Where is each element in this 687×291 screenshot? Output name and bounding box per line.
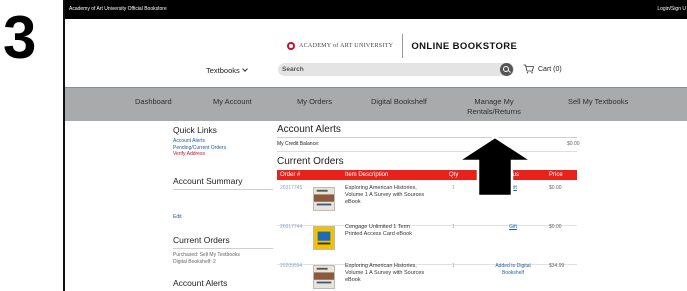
item-status[interactable]: Gift (487, 224, 539, 231)
top-bar: Academy of Art University Official Books… (65, 0, 687, 19)
chevron-down-icon (241, 66, 248, 72)
item-qty: 1 (452, 224, 455, 230)
login-link[interactable]: Login/Sign U (657, 6, 686, 12)
edit-link[interactable]: Edit (173, 214, 182, 220)
sidebar-account-alerts-title: Account Alerts (173, 278, 228, 288)
book-cover-image (313, 187, 335, 211)
textbooks-label: Textbooks (206, 66, 240, 75)
nav-dashboard[interactable]: Dashboard (135, 97, 172, 107)
cart-link[interactable]: Cart (0) (523, 64, 562, 74)
quick-links: Account Alerts Pending/Current Orders Ve… (173, 138, 273, 158)
sidebar-current-orders-title: Current Orders (173, 235, 273, 249)
table-row: 20317744 Cengage Unlimited 1 Term Printe… (277, 221, 577, 265)
search-input[interactable]: Search (282, 66, 304, 73)
item-qty: 1 (452, 263, 455, 269)
university-name: ACADEMY of ART UNIVERSITY (299, 43, 394, 49)
order-number[interactable]: 20317745 (280, 185, 302, 191)
arrow-up-icon (456, 135, 534, 198)
store-title: ONLINE BOOKSTORE (411, 40, 518, 52)
order-number[interactable]: 20317744 (280, 224, 302, 230)
site-logo[interactable]: ACADEMY of ART UNIVERSITY ONLINE BOOKSTO… (287, 34, 517, 58)
column-description: Item Description (345, 172, 389, 178)
item-price: $0.00 (549, 224, 562, 230)
credit-balance-value: $0.00 (567, 141, 580, 147)
nav-digital-bookshelf[interactable]: Digital Bookshelf (371, 97, 427, 107)
purchased-line: Purchased: Sell My Textbooks (173, 252, 240, 258)
cart-label: Cart (0) (538, 65, 562, 73)
table-row: 20209594 Exploring American Histories, V… (277, 260, 577, 291)
account-summary-title: Account Summary (173, 176, 273, 190)
quick-links-title: Quick Links (173, 125, 217, 135)
item-description: Exploring American Histories, Volume 1 A… (345, 263, 425, 283)
sidebar: Quick Links Account Alerts Pending/Curre… (173, 125, 273, 158)
digital-line: Digital Bookshelf: 2 (173, 259, 216, 265)
order-number[interactable]: 20209594 (280, 263, 302, 269)
column-price: Price (549, 172, 563, 178)
item-price: $0.00 (549, 185, 562, 191)
item-description: Cengage Unlimited 1 Term Printed Access … (345, 224, 412, 237)
cart-icon (523, 64, 534, 74)
book-cover-image (313, 265, 335, 289)
item-price: $34.99 (549, 263, 565, 269)
logo-divider (402, 34, 404, 58)
nav-my-account[interactable]: My Account (213, 97, 252, 107)
browser-viewport: Academy of Art University Official Books… (63, 0, 687, 291)
nav-manage-rentals-returns[interactable]: Manage My Rentals/Returns (467, 97, 521, 117)
current-orders-title: Current Orders (277, 156, 344, 167)
nav-my-orders[interactable]: My Orders (297, 97, 332, 107)
item-status[interactable]: Added to Digital Bookshelf (487, 263, 539, 276)
step-number: 3 (3, 4, 36, 71)
item-description: Exploring American Histories, Volume 1 A… (345, 185, 425, 205)
search-bar[interactable]: Search (278, 63, 514, 76)
column-order: Order # (280, 172, 301, 178)
main-nav: Dashboard My Account My Orders Digital B… (65, 87, 687, 121)
book-cover-image (313, 226, 335, 250)
nav-sell-textbooks[interactable]: Sell My Textbooks (568, 97, 628, 107)
store-name: Academy of Art University Official Books… (69, 6, 167, 12)
search-icon[interactable] (500, 63, 513, 76)
item-qty: 1 (452, 185, 455, 191)
sidebar-order-counts: Purchased: Sell My Textbooks Digital Boo… (173, 252, 240, 266)
quick-link-verify-address[interactable]: Verify Address (173, 151, 273, 158)
university-emblem-icon (287, 42, 295, 50)
textbooks-dropdown[interactable]: Textbooks (206, 66, 248, 75)
credit-balance-label: My Credit Balance: (277, 141, 320, 147)
